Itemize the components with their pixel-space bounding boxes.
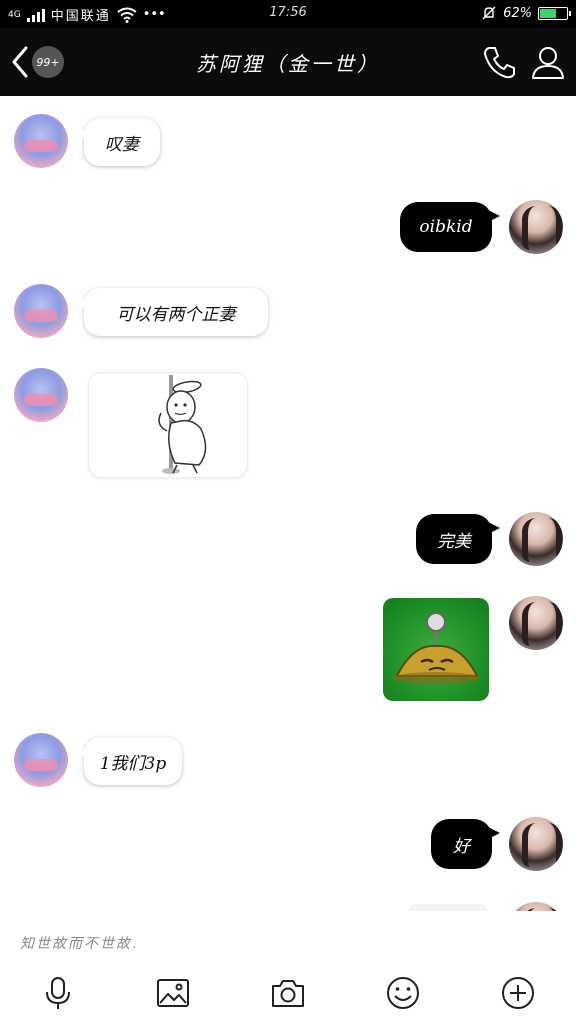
status-bar: 4G 中国联通 ••• 17:56 62%	[0, 0, 576, 28]
mute-icon	[482, 6, 496, 20]
my-avatar[interactable]	[509, 200, 563, 254]
contact-avatar[interactable]	[14, 284, 68, 338]
input-area: 知世故而不世故.	[0, 911, 576, 1024]
chat-messages[interactable]: 叹妻 oibkid 可以有两个正妻 完美 1我们3p 好	[0, 96, 576, 911]
phone-icon[interactable]	[480, 42, 520, 82]
incoming-message[interactable]: 可以有两个正妻	[77, 288, 268, 336]
my-avatar[interactable]	[509, 596, 563, 650]
partial-message	[408, 904, 488, 911]
camera-icon[interactable]	[270, 975, 306, 1011]
incoming-message[interactable]: 1我们3p	[77, 737, 182, 785]
my-avatar	[509, 902, 563, 911]
contact-avatar[interactable]	[14, 368, 68, 422]
message-input[interactable]: 知世故而不世故.	[20, 933, 138, 953]
incoming-message[interactable]: 叹妻	[77, 118, 160, 166]
plus-icon[interactable]	[500, 975, 536, 1011]
sticker-message[interactable]	[88, 372, 248, 478]
mic-icon[interactable]	[40, 975, 76, 1011]
image-message[interactable]	[383, 598, 489, 701]
battery-percent: 62%	[503, 5, 532, 21]
contact-avatar[interactable]	[14, 733, 68, 787]
my-avatar[interactable]	[509, 512, 563, 566]
title-bar: 99+ 苏阿狸（金一世）	[0, 28, 576, 96]
my-avatar[interactable]	[509, 817, 563, 871]
battery-icon	[538, 6, 571, 20]
outgoing-message[interactable]: 完美	[416, 514, 500, 564]
outgoing-message[interactable]: oibkid	[400, 202, 500, 252]
rabbit-pole-sticker	[158, 375, 207, 474]
profile-icon[interactable]	[528, 42, 568, 82]
emoji-icon[interactable]	[385, 975, 421, 1011]
outgoing-message[interactable]: 好	[431, 819, 500, 869]
contact-avatar[interactable]	[14, 114, 68, 168]
image-icon[interactable]	[155, 975, 191, 1011]
potato-mine-image	[392, 612, 480, 684]
